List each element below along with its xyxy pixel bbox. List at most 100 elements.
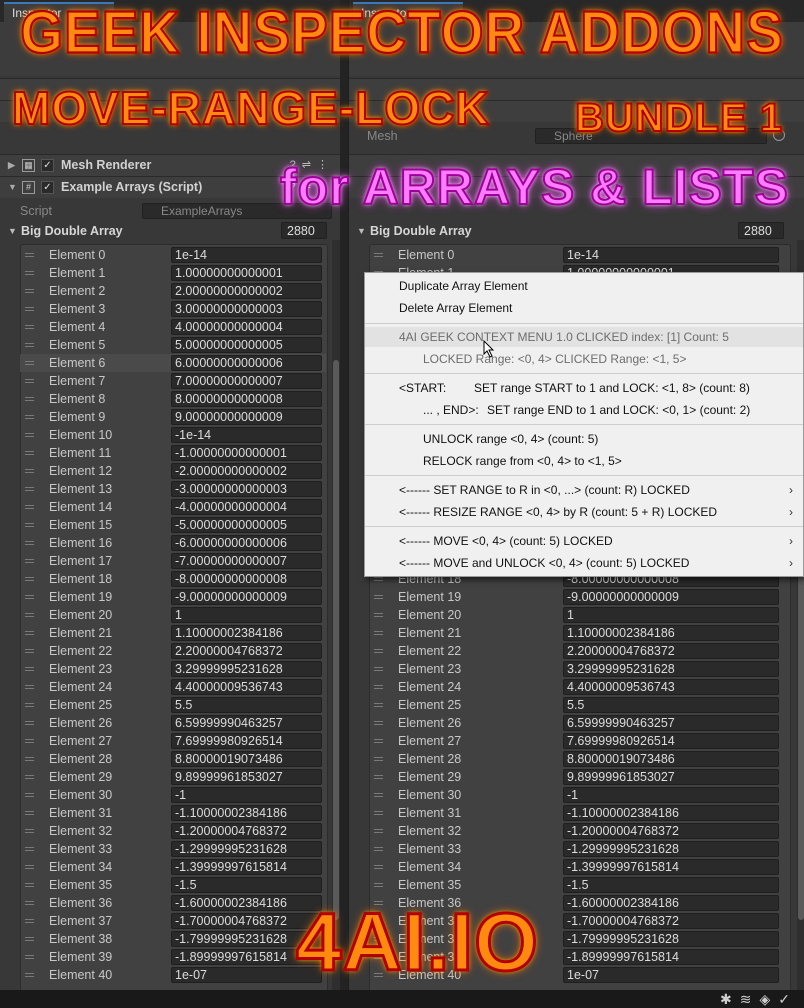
drag-handle-icon[interactable] [25,703,34,707]
array-element-row[interactable]: Element 15 -5.00000000000005 [20,516,326,534]
menu-item-duplicate[interactable]: Duplicate Array Element [365,276,803,296]
array-size-field[interactable]: 2880 [281,222,327,239]
drag-handle-icon[interactable] [25,397,34,401]
array-element-row[interactable]: Element 4 4.00000000000004 [20,318,326,336]
element-value-field[interactable]: -9.00000000000009 [171,589,322,605]
drag-handle-icon[interactable] [25,379,34,383]
drag-handle-icon[interactable] [374,793,383,797]
array-element-row[interactable]: Element 12 -2.00000000000002 [20,462,326,480]
drag-handle-icon[interactable] [374,577,383,581]
array-element-row[interactable]: Element 11 -1.00000000000001 [20,444,326,462]
element-value-field[interactable]: 6.59999990463257 [563,715,779,731]
element-value-field[interactable]: 1e-07 [563,967,779,983]
array-element-row[interactable]: Element 31 -1.10000002384186 [20,804,326,822]
collapse-triangle-icon[interactable]: ▶ [8,155,15,176]
element-value-field[interactable]: 5.5 [563,697,779,713]
element-value-field[interactable]: -1.89999997615814 [563,949,779,965]
drag-handle-icon[interactable] [25,595,34,599]
array-element-row[interactable]: Element 16 -6.00000000000006 [20,534,326,552]
expand-triangle-icon[interactable]: ▼ [8,221,17,241]
array-element-row[interactable]: Element 17 -7.00000000000007 [20,552,326,570]
array-element-row[interactable]: Element 30 -1 [20,786,326,804]
array-element-row[interactable]: Element 26 6.59999990463257 [20,714,326,732]
element-value-field[interactable]: 1.00000000000001 [171,265,322,281]
element-value-field[interactable]: 9.00000000000009 [171,409,322,425]
drag-handle-icon[interactable] [25,955,34,959]
expand-triangle-icon[interactable]: ▼ [357,221,366,241]
drag-handle-icon[interactable] [374,883,383,887]
array-element-row[interactable]: Element 19 -9.00000000000009 [20,588,326,606]
element-value-field[interactable]: 9.89999961853027 [171,769,322,785]
bug-icon[interactable]: ✱ [720,991,740,1007]
menu-item-delete[interactable]: Delete Array Element [365,298,803,318]
drag-handle-icon[interactable] [374,667,383,671]
menu-item-move-unlock[interactable]: <------ MOVE and UNLOCK <0, 4> (count: 5… [365,553,803,573]
array-element-row[interactable]: Element 28 8.80000019073486 [369,750,789,768]
drag-handle-icon[interactable] [25,325,34,329]
element-value-field[interactable]: -1.10000002384186 [563,805,779,821]
drag-handle-icon[interactable] [25,775,34,779]
element-value-field[interactable]: 8.80000019073486 [563,751,779,767]
drag-handle-icon[interactable] [25,865,34,869]
array-element-row[interactable]: Element 5 5.00000000000005 [20,336,326,354]
element-value-field[interactable]: 8.80000019073486 [171,751,322,767]
drag-handle-icon[interactable] [374,847,383,851]
drag-handle-icon[interactable] [25,289,34,293]
element-value-field[interactable]: -7.00000000000007 [171,553,322,569]
drag-handle-icon[interactable] [374,649,383,653]
element-value-field[interactable]: 7.69999980926514 [563,733,779,749]
element-value-field[interactable]: 3.29999995231628 [563,661,779,677]
drag-handle-icon[interactable] [25,307,34,311]
element-value-field[interactable]: 7.69999980926514 [171,733,322,749]
element-value-field[interactable]: -1.29999995231628 [171,841,322,857]
array-element-row[interactable]: Element 0 1e-14 [369,246,789,264]
collab-icon[interactable]: ◈ [759,991,778,1007]
array-element-row[interactable]: Element 23 3.29999995231628 [369,660,789,678]
element-value-field[interactable]: 8.00000000000008 [171,391,322,407]
drag-handle-icon[interactable] [25,541,34,545]
array-element-row[interactable]: Element 35 -1.5 [20,876,326,894]
drag-handle-icon[interactable] [25,523,34,527]
array-element-row[interactable]: Element 7 7.00000000000007 [20,372,326,390]
drag-handle-icon[interactable] [25,721,34,725]
array-element-row[interactable]: Element 23 3.29999995231628 [20,660,326,678]
drag-handle-icon[interactable] [374,595,383,599]
component-enabled-checkbox[interactable]: ✓ [41,181,54,194]
array-element-row[interactable]: Element 22 2.20000004768372 [369,642,789,660]
element-value-field[interactable]: 7.00000000000007 [171,373,322,389]
menu-item-set-start[interactable]: <START: SET range START to 1 and LOCK: <… [365,378,803,398]
array-element-row[interactable]: Element 31 -1.10000002384186 [369,804,789,822]
array-element-row[interactable]: Element 24 4.40000009536743 [369,678,789,696]
element-value-field[interactable]: -1.00000000000001 [171,445,322,461]
drag-handle-icon[interactable] [25,271,34,275]
drag-handle-icon[interactable] [25,847,34,851]
drag-handle-icon[interactable] [25,829,34,833]
drag-handle-icon[interactable] [374,811,383,815]
array-element-row[interactable]: Element 30 -1 [369,786,789,804]
array-element-row[interactable]: Element 9 9.00000000000009 [20,408,326,426]
array-element-row[interactable]: Element 33 -1.29999995231628 [369,840,789,858]
element-value-field[interactable]: -6.00000000000006 [171,535,322,551]
element-value-field[interactable]: 4.40000009536743 [171,679,322,695]
array-element-row[interactable]: Element 14 -4.00000000000004 [20,498,326,516]
panel-divider[interactable] [340,0,348,990]
drag-handle-icon[interactable] [374,613,383,617]
element-value-field[interactable]: 1 [171,607,322,623]
element-value-field[interactable]: -1.39999997615814 [563,859,779,875]
element-value-field[interactable]: -1 [171,787,322,803]
menu-item-unlock[interactable]: UNLOCK range <0, 4> (count: 5) [365,429,803,449]
array-element-row[interactable]: Element 18 -8.00000000000008 [20,570,326,588]
element-value-field[interactable]: 9.89999961853027 [563,769,779,785]
drag-handle-icon[interactable] [374,253,383,257]
drag-handle-icon[interactable] [25,613,34,617]
array-element-row[interactable]: Element 2 2.00000000000002 [20,282,326,300]
element-value-field[interactable]: -1.39999997615814 [171,859,322,875]
element-value-field[interactable]: -1.70000004768372 [563,913,779,929]
array-element-row[interactable]: Element 35 -1.5 [369,876,789,894]
drag-handle-icon[interactable] [374,631,383,635]
drag-handle-icon[interactable] [25,757,34,761]
element-value-field[interactable]: 2.00000000000002 [171,283,322,299]
element-value-field[interactable]: -2.00000000000002 [171,463,322,479]
array-element-row[interactable]: Element 29 9.89999961853027 [369,768,789,786]
element-value-field[interactable]: -1.20000004768372 [171,823,322,839]
